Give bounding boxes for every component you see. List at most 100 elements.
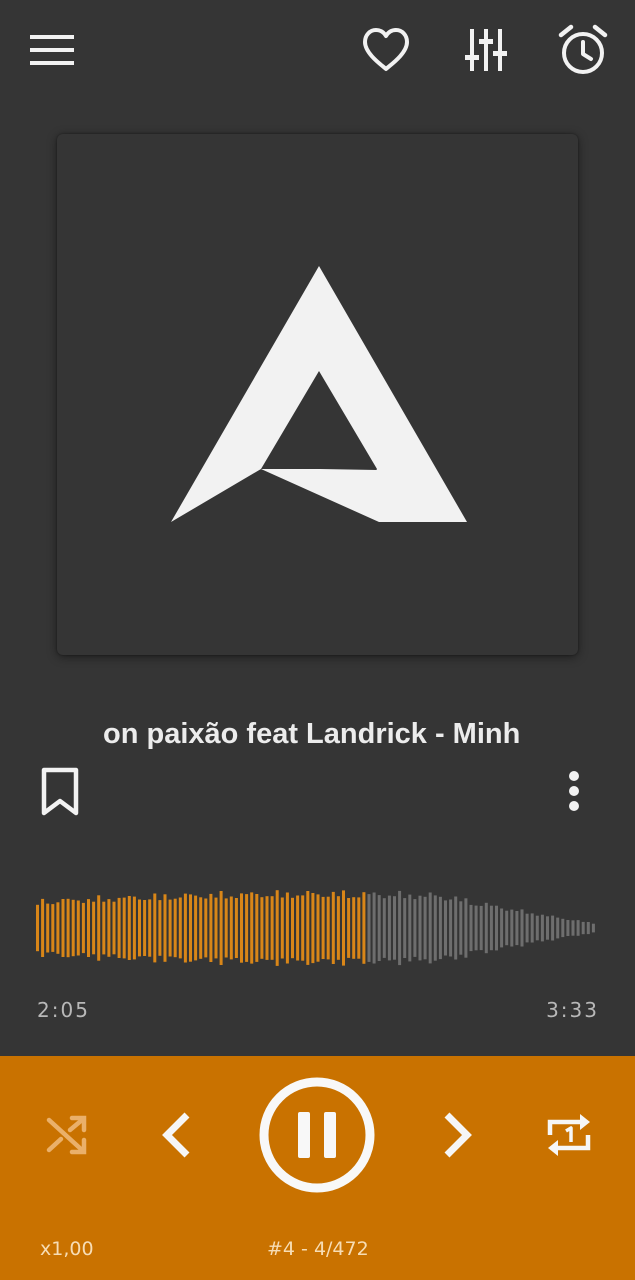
waveform-bar <box>525 913 529 943</box>
waveform-bar <box>489 905 493 951</box>
waveform-bar <box>540 914 544 942</box>
waveform-bar <box>173 898 177 958</box>
waveform-bar <box>255 894 259 962</box>
waveform-bar <box>433 895 437 961</box>
waveform-bar <box>183 893 187 963</box>
waveform-bar <box>367 894 371 962</box>
play-pause-button[interactable] <box>257 1075 377 1195</box>
waveform-bar <box>413 899 417 957</box>
waveform-bar <box>138 899 141 957</box>
chevron-left-icon[interactable] <box>148 1104 204 1166</box>
waveform-bar <box>76 900 80 956</box>
waveform-bar <box>382 898 386 958</box>
waveform-bar <box>46 903 50 953</box>
waveform-bar <box>556 917 560 939</box>
waveform-bar <box>36 904 39 952</box>
track-title: on paixão feat Landrick - Minh <box>103 718 521 750</box>
waveform-bar <box>240 893 243 963</box>
waveform-bar <box>530 913 534 943</box>
chevron-right-icon[interactable] <box>430 1104 486 1166</box>
waveform-bar <box>102 901 106 955</box>
waveform-seekbar[interactable] <box>36 880 600 976</box>
waveform-bar <box>81 902 85 954</box>
player-screen: on paixão feat Landrick - Minh 2:05 3:33 <box>0 0 635 1280</box>
waveform-bar <box>87 899 90 957</box>
waveform-bar <box>163 894 167 962</box>
bookmark-outline-icon[interactable] <box>32 762 88 822</box>
waveform-bar <box>168 899 172 957</box>
waveform-bar <box>117 897 121 958</box>
waveform-bar <box>280 897 284 959</box>
waveform-bar <box>219 891 223 965</box>
waveform-bar <box>229 896 233 960</box>
waveform-bar <box>331 891 335 964</box>
waveform-bar <box>107 899 111 957</box>
waveform-bar <box>362 892 366 964</box>
waveform-bar <box>484 902 488 954</box>
waveform-bar <box>158 900 162 956</box>
equalizer-sliders-icon[interactable] <box>456 22 516 78</box>
waveform-bar <box>438 896 442 960</box>
playback-controls: x1,00 #4 - 4/472 <box>0 1056 635 1280</box>
waveform-bar <box>377 895 381 961</box>
hamburger-menu-icon[interactable] <box>22 24 82 76</box>
waveform-bar <box>571 920 575 936</box>
waveform-bar <box>357 897 361 959</box>
queue-position: #4 - 4/472 <box>267 1238 369 1260</box>
waveform-bar <box>387 895 391 961</box>
shuffle-icon[interactable] <box>38 1106 96 1164</box>
waveform-bar <box>61 899 65 957</box>
waveform-bar <box>306 891 310 965</box>
waveform-bar <box>551 915 555 941</box>
waveform-bar <box>479 905 483 951</box>
repeat-one-icon[interactable] <box>538 1104 600 1166</box>
waveform-bar <box>535 915 539 941</box>
waveform-bar <box>372 892 376 964</box>
waveform-bar <box>56 902 60 954</box>
waveform-bar <box>296 895 300 961</box>
playback-speed[interactable]: x1,00 <box>40 1238 94 1260</box>
waveform-bar <box>189 894 192 962</box>
waveform-bar <box>418 895 422 961</box>
waveform-bar <box>403 898 407 958</box>
pause-icon <box>298 1112 336 1158</box>
waveform-bar <box>194 895 198 961</box>
waveform-bar <box>92 901 96 955</box>
waveform-bar <box>285 892 289 964</box>
waveform-bar <box>291 897 294 959</box>
waveform-bar <box>234 898 238 958</box>
waveform-bar <box>561 918 565 938</box>
waveform-bar <box>275 890 279 966</box>
waveform-bar <box>301 895 305 961</box>
waveform-bar <box>459 901 463 955</box>
more-vertical-icon[interactable] <box>556 766 592 816</box>
waveform-bar <box>122 897 126 959</box>
waveform-bar <box>505 910 509 946</box>
waveform-bar <box>265 896 269 960</box>
waveform-bar <box>112 901 116 955</box>
waveform-bar <box>352 897 356 959</box>
waveform-bar <box>199 897 203 959</box>
elapsed-time: 2:05 <box>37 998 90 1022</box>
waveform-bar <box>515 911 519 946</box>
waveform-bar <box>336 896 340 960</box>
waveform-bar <box>342 890 345 966</box>
album-art <box>57 134 578 655</box>
waveform-bar <box>393 896 396 960</box>
waveform-bar <box>97 895 101 961</box>
waveform-bar <box>132 896 136 960</box>
total-duration: 3:33 <box>546 998 599 1022</box>
waveform-bar <box>546 916 549 940</box>
waveform-bar <box>178 897 182 959</box>
heart-outline-icon[interactable] <box>356 22 416 78</box>
waveform-bar <box>41 898 45 957</box>
waveform-bar <box>469 904 473 952</box>
waveform-bar <box>148 899 152 957</box>
waveform-bar <box>71 899 75 957</box>
waveform-bar <box>214 897 218 959</box>
waveform-bar <box>449 899 453 957</box>
waveform-bar <box>464 898 468 958</box>
app-logo <box>171 266 467 522</box>
alarm-clock-icon[interactable] <box>552 20 614 80</box>
waveform-bar <box>326 896 330 960</box>
